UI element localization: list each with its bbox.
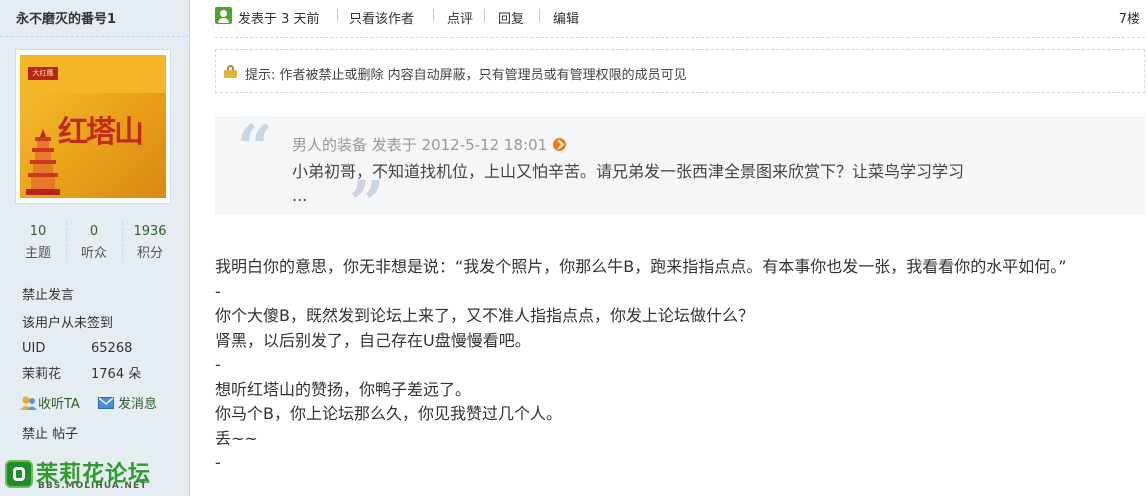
body-line: - <box>215 281 221 301</box>
edit-link[interactable]: 编辑 <box>553 8 579 27</box>
stat-label: 听众 <box>80 246 107 261</box>
body-line: 丢~~ <box>215 428 258 448</box>
pagoda-icon <box>26 129 60 195</box>
divider <box>433 9 434 22</box>
moderation-notice: 提示: 作者被禁止或删除 内容自动屏蔽，只有管理员或有管理权限的成员可见 <box>215 49 1145 93</box>
quote-line: ... <box>292 186 308 205</box>
only-author-link[interactable]: 只看该作者 <box>349 8 414 27</box>
stat-label: 积分 <box>136 246 163 261</box>
body-line: 想听红塔山的赞扬，你鸭子差远了。 <box>215 379 472 399</box>
divider <box>337 9 338 22</box>
body-line: 肾黑，以后别发了，自己存在U盘慢慢看吧。 <box>215 330 531 350</box>
user-icon <box>215 7 232 24</box>
lock-icon <box>224 65 237 78</box>
stat-topics[interactable]: 10 主题 <box>10 219 66 265</box>
stat-listeners[interactable]: 0 听众 <box>66 219 122 265</box>
envelope-icon <box>98 397 114 409</box>
avatar-image: 大红鹰 红塔山 <box>20 55 166 198</box>
close-quote-icon: ” <box>349 167 385 240</box>
avatar[interactable]: 大红鹰 红塔山 <box>15 49 171 204</box>
status-checkin: 该用户从未签到 <box>22 316 114 331</box>
author-stats: 10 主题 0 听众 1936 积分 <box>0 219 190 265</box>
send-message-button[interactable]: 发消息 <box>98 393 157 412</box>
divider <box>0 36 190 37</box>
follow-label: 收听TA <box>38 397 80 412</box>
quote-author-time: 男人的装备 发表于 2012-5-12 18:01 <box>292 136 548 154</box>
logo-en: BBS.MOLIHUA.NET <box>38 481 148 491</box>
uid-label: UID <box>22 341 46 356</box>
flower-row: 茉莉花 1764 朵 <box>22 363 141 382</box>
notice-text: 提示: 作者被禁止或删除 内容自动屏蔽，只有管理员或有管理权限的成员可见 <box>245 68 687 83</box>
body-line: 你个大傻B，既然发到论坛上来了，又不准人指指点点，你发上论坛做什么？ <box>215 306 754 325</box>
message-label: 发消息 <box>118 397 158 412</box>
divider <box>484 9 485 22</box>
divider <box>215 37 1145 38</box>
flower-label: 茉莉花 <box>22 367 62 382</box>
divider <box>539 9 540 22</box>
body-line: - <box>215 355 221 374</box>
stat-value: 0 <box>89 224 99 239</box>
quote-header[interactable]: 男人的装备 发表于 2012-5-12 18:01 <box>292 134 567 155</box>
status-banned: 禁止发言 <box>22 288 75 303</box>
reply-link[interactable]: 回复 <box>498 8 524 27</box>
author-name-link[interactable]: 永不磨灭的番号1 <box>16 8 116 27</box>
open-quote-icon: “ <box>237 111 273 184</box>
jump-arrow-icon[interactable] <box>553 138 567 151</box>
quote-line: 小弟初哥，不知道找机位，上山又怕辛苦。请兄弟发一张西津全景图来欣赏下？让菜鸟学习… <box>292 162 965 181</box>
forum-logo[interactable]: 茉莉花论坛 BBS.MOLIHUA.NET <box>4 458 174 494</box>
stat-value: 10 <box>29 224 47 239</box>
body-line: - <box>215 453 221 472</box>
body-line: 我明白你的意思，你无非想是说：“我发个照片，你那么牛B，跑来指指点点。有本事你也… <box>215 257 1067 276</box>
logo-mark-icon <box>5 460 33 488</box>
stat-points[interactable]: 1936 积分 <box>122 219 178 265</box>
posted-time: 发表于 3 天前 <box>238 12 320 27</box>
author-sidebar: 永不磨灭的番号1 大红鹰 红塔山 10 主题 0 听众 1936 积分 禁止发言… <box>0 0 190 496</box>
follow-icon <box>20 396 37 410</box>
comment-link[interactable]: 点评 <box>447 8 473 27</box>
body-line: 你马个B，你上论坛那么久，你见我赞过几个人。 <box>215 404 562 423</box>
uid-value: 65268 <box>91 341 133 356</box>
quote-block: “ 男人的装备 发表于 2012-5-12 18:01 小弟初哥，不知道找机位，… <box>215 111 1145 235</box>
stat-value: 1936 <box>133 224 167 239</box>
post-toolbar: 发表于 3 天前 只看该作者 点评 回复 编辑 7楼 <box>215 6 1140 28</box>
flower-value: 1764 朵 <box>91 367 142 382</box>
follow-button[interactable]: 收听TA <box>20 393 80 412</box>
avatar-brand-text: 红塔山 <box>58 115 144 150</box>
post-body: 我明白你的意思，你无非想是说：“我发个照片，你那么牛B，跑来指指点点。有本事你也… <box>215 255 1145 476</box>
stat-label: 主题 <box>24 246 51 261</box>
floor-number[interactable]: 7楼 <box>1119 8 1140 27</box>
uid-row: UID 65268 <box>22 341 132 356</box>
ban-text: 禁止 帖子 <box>22 427 79 442</box>
avatar-badge: 大红鹰 <box>28 67 58 80</box>
